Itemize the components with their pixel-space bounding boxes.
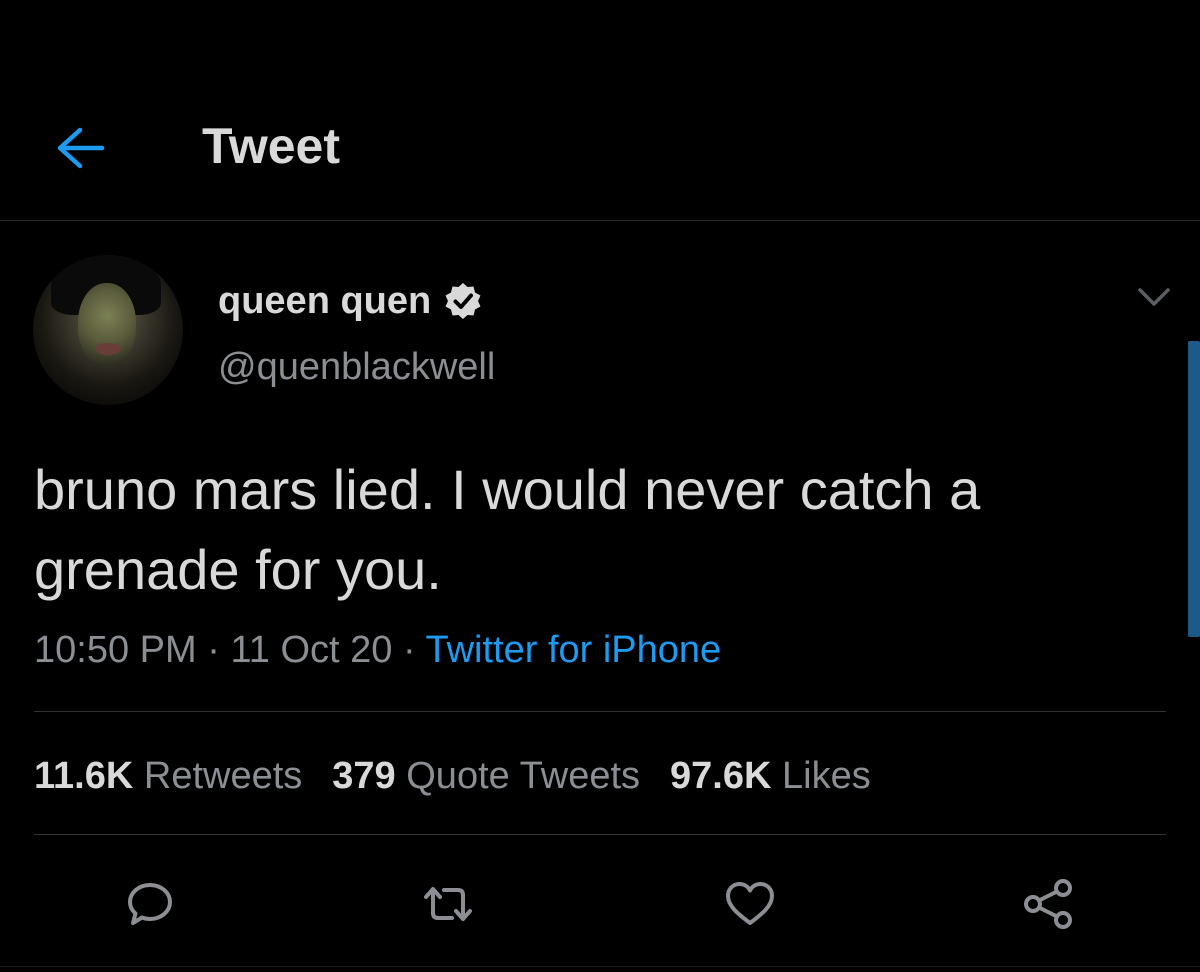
quote-tweets-stat[interactable]: 379 Quote Tweets — [332, 755, 640, 797]
chevron-down-icon[interactable] — [1136, 282, 1172, 312]
engagement-stats: 11.6K Retweets 379 Quote Tweets 97.6K Like… — [34, 750, 871, 802]
author-handle[interactable]: @quenblackwell — [218, 342, 495, 392]
divider — [34, 834, 1166, 835]
quote-tweets-label: Quote Tweets — [406, 755, 641, 797]
page-title: Tweet — [202, 118, 340, 174]
likes-stat[interactable]: 97.6K Likes — [670, 755, 871, 797]
tweet-time: 10:50 PM — [34, 629, 197, 671]
scrollbar[interactable] — [1188, 341, 1200, 637]
divider — [34, 711, 1166, 712]
bottom-divider — [0, 966, 1200, 967]
arrow-left-icon — [57, 127, 105, 169]
retweets-stat[interactable]: 11.6K Retweets — [34, 755, 302, 797]
heart-icon — [726, 882, 774, 925]
retweets-label: Retweets — [143, 755, 303, 797]
likes-label: Likes — [782, 755, 871, 797]
tweet-text: bruno mars lied. I would never catch a g… — [34, 458, 981, 601]
share-button[interactable] — [1020, 876, 1076, 932]
quote-tweets-count: 379 — [332, 755, 396, 797]
share-icon — [1024, 879, 1072, 929]
author-display-name[interactable]: queen quen — [218, 276, 431, 326]
likes-count: 97.6K — [670, 755, 772, 797]
reply-icon — [128, 883, 172, 925]
reply-button[interactable] — [122, 876, 178, 932]
top-bar: Tweet — [0, 0, 1200, 221]
back-button[interactable] — [50, 118, 110, 178]
retweets-count: 11.6K — [34, 755, 134, 797]
avatar[interactable] — [33, 255, 183, 405]
meta-separator: · — [402, 629, 416, 671]
tweet-date: 11 Oct 20 — [230, 629, 393, 671]
meta-separator: · — [207, 629, 220, 671]
tweet-source-link[interactable]: Twitter for iPhone — [425, 629, 721, 671]
like-button[interactable] — [722, 876, 778, 932]
retweet-icon — [424, 887, 472, 921]
tweet-meta: 10:50 PM · 11 Oct 20 · Twitter for iPhon… — [34, 624, 721, 676]
retweet-button[interactable] — [420, 876, 476, 932]
author-name-row[interactable]: queen quen — [218, 276, 483, 326]
verified-badge-icon — [443, 281, 483, 321]
avatar-lips — [95, 343, 121, 355]
